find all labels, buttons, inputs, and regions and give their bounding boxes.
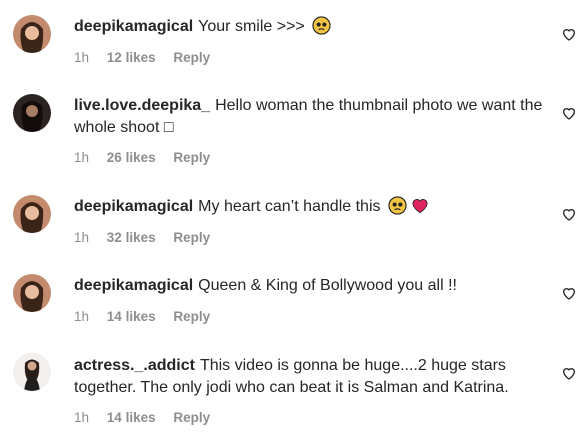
reply-button[interactable]: Reply: [173, 309, 210, 324]
comment-text: deepikamagical My heart can’t handle this: [74, 196, 543, 218]
pleading-face-emoji: [312, 16, 331, 35]
avatar[interactable]: [13, 274, 51, 312]
comment-time: 1h: [74, 309, 90, 324]
pleading-face-emoji: [388, 196, 407, 215]
comment-time: 1h: [74, 410, 90, 425]
comment-username[interactable]: deepikamagical: [74, 277, 193, 294]
comment-text: live.love.deepika_ Hello woman the thumbn…: [74, 95, 543, 139]
reply-button[interactable]: Reply: [173, 230, 210, 245]
comment-likes[interactable]: 32 likes: [107, 230, 156, 245]
comment-username[interactable]: live.love.deepika_: [74, 97, 210, 114]
comment-time: 1h: [74, 150, 90, 165]
comment-username[interactable]: actress._.addict: [74, 357, 195, 374]
red-heart-emoji: [412, 199, 428, 214]
comment-text: actress._.addict This video is gonna be h…: [74, 355, 543, 399]
comment-text: deepikamagical Queen & King of Bollywood …: [74, 275, 543, 297]
comment-body: Your smile >>>: [198, 18, 305, 35]
heart-outline-icon[interactable]: [561, 285, 577, 301]
heart-outline-icon[interactable]: [561, 105, 577, 121]
comment-likes[interactable]: 14 likes: [107, 410, 156, 425]
comment-meta: 1h 12 likes Reply: [74, 50, 224, 65]
comment-meta: 1h 26 likes Reply: [74, 150, 224, 165]
comment-meta: 1h 32 likes Reply: [74, 230, 224, 245]
heart-outline-icon[interactable]: [561, 206, 577, 222]
comment-likes[interactable]: 12 likes: [107, 50, 156, 65]
comment-time: 1h: [74, 50, 90, 65]
comment-username[interactable]: deepikamagical: [74, 18, 193, 35]
avatar[interactable]: [13, 353, 51, 391]
comment-likes[interactable]: 14 likes: [107, 309, 156, 324]
reply-button[interactable]: Reply: [173, 410, 210, 425]
avatar[interactable]: [13, 15, 51, 53]
heart-outline-icon[interactable]: [561, 26, 577, 42]
avatar[interactable]: [13, 195, 51, 233]
comment-text: deepikamagical Your smile >>>: [74, 16, 543, 38]
reply-button[interactable]: Reply: [173, 150, 210, 165]
comment-meta: 1h 14 likes Reply: [74, 410, 224, 425]
comment-body: My heart can’t handle this: [198, 198, 381, 215]
comment-body: Queen & King of Bollywood you all !!: [198, 277, 457, 294]
comment-time: 1h: [74, 230, 90, 245]
comment-username[interactable]: deepikamagical: [74, 198, 193, 215]
comment-likes[interactable]: 26 likes: [107, 150, 156, 165]
comment-meta: 1h 14 likes Reply: [74, 309, 224, 324]
reply-button[interactable]: Reply: [173, 50, 210, 65]
avatar[interactable]: [13, 94, 51, 132]
heart-outline-icon[interactable]: [561, 365, 577, 381]
